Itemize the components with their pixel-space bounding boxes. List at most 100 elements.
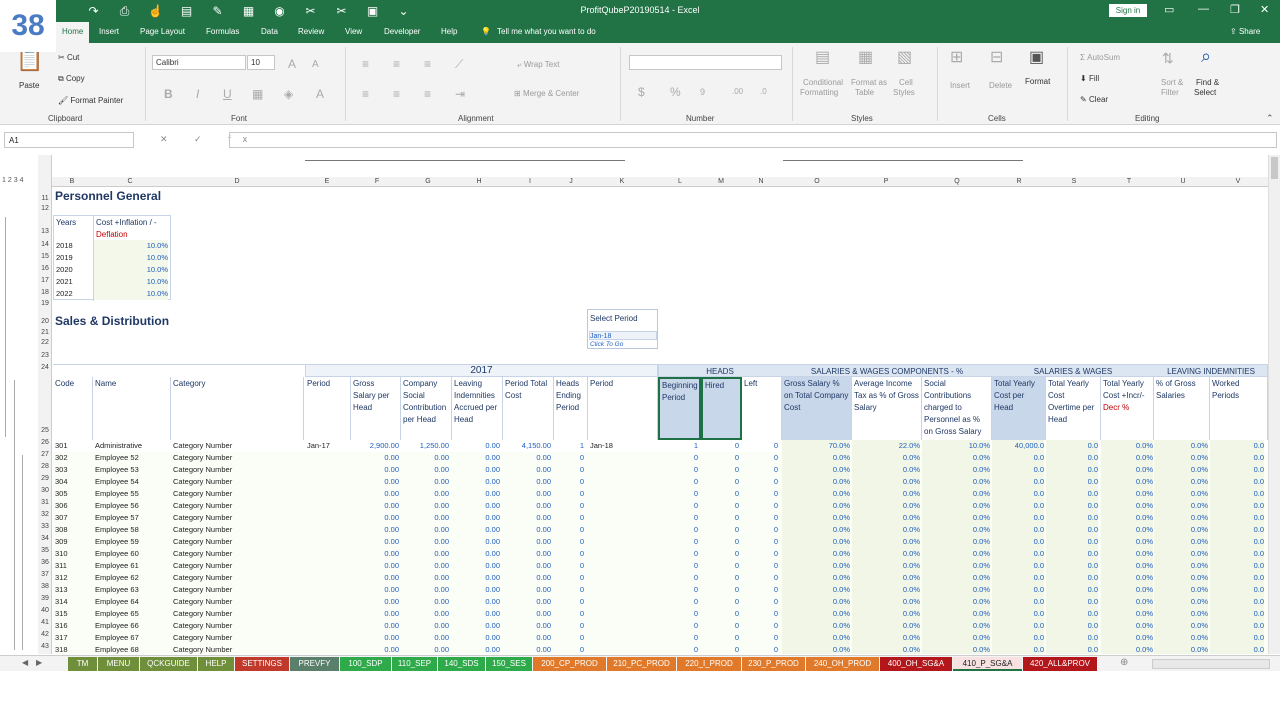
cell-left[interactable]: 0 — [742, 476, 778, 488]
cell-code[interactable]: 318 — [53, 644, 91, 654]
cell-category[interactable]: Category Number — [171, 548, 304, 560]
cell-heads[interactable]: 1 — [554, 440, 584, 452]
cell-gross[interactable]: 0.00 — [351, 524, 399, 536]
cell-begin[interactable]: 0 — [658, 476, 698, 488]
currency-icon[interactable]: $ — [638, 85, 645, 99]
cell-avg_tax[interactable]: 0.0% — [852, 548, 920, 560]
cell-gross[interactable]: 0.00 — [351, 620, 399, 632]
cell-tycph[interactable]: 0.0 — [992, 512, 1044, 524]
cell-ptc[interactable]: 0.00 — [503, 488, 551, 500]
tab-data[interactable]: Data — [261, 27, 278, 36]
cell-begin[interactable]: 0 — [658, 452, 698, 464]
cell-worked[interactable]: 0.0 — [1210, 608, 1264, 620]
cell-hired[interactable]: 0 — [701, 620, 739, 632]
sheet-tab[interactable]: QCKGUIDE — [140, 657, 197, 671]
cell-ptc[interactable]: 0.00 — [503, 536, 551, 548]
cell-pctg[interactable]: 0.0% — [1154, 560, 1208, 572]
cell-tyc[interactable]: 0.0% — [1101, 560, 1153, 572]
row-header[interactable]: 22 — [38, 339, 52, 346]
cell-leaving[interactable]: 0.00 — [452, 524, 500, 536]
cell-left[interactable]: 0 — [742, 560, 778, 572]
column-header[interactable]: O — [809, 177, 825, 187]
cell-tycph[interactable]: 0.0 — [992, 464, 1044, 476]
cell-ptc[interactable]: 0.00 — [503, 500, 551, 512]
cell-worked[interactable]: 0.0 — [1210, 500, 1264, 512]
cell-worked[interactable]: 0.0 — [1210, 584, 1264, 596]
cell-avg_tax[interactable]: 0.0% — [852, 596, 920, 608]
cell-code[interactable]: 317 — [53, 632, 91, 644]
column-title-pct_gross[interactable]: % of Gross Salaries — [1154, 377, 1210, 440]
cell-gross_pct[interactable]: 0.0% — [782, 608, 850, 620]
column-header[interactable]: J — [563, 177, 579, 187]
cell-heads[interactable]: 0 — [554, 596, 584, 608]
cell-gross[interactable]: 0.00 — [351, 488, 399, 500]
cell-tyc[interactable]: 0.0% — [1101, 596, 1153, 608]
cell-pctg[interactable]: 0.0% — [1154, 452, 1208, 464]
align-bottom-icon[interactable]: ≡ — [424, 57, 431, 71]
sign-in-button[interactable]: Sign in — [1109, 4, 1147, 17]
column-header[interactable]: T — [1121, 177, 1137, 187]
cell-begin[interactable]: 0 — [658, 596, 698, 608]
row-header[interactable]: 18 — [38, 289, 52, 296]
delete-cells-button[interactable]: Delete — [989, 81, 1012, 90]
cell-pctg[interactable]: 0.0% — [1154, 608, 1208, 620]
cell-hired[interactable]: 0 — [701, 452, 739, 464]
cell-worked[interactable]: 0.0 — [1210, 620, 1264, 632]
cell-name[interactable]: Employee 55 — [93, 488, 171, 500]
formula-input[interactable] — [229, 132, 1277, 148]
cell-ptc[interactable]: 0.00 — [503, 596, 551, 608]
cell-tycph[interactable]: 0.0 — [992, 632, 1044, 644]
cell-ptc[interactable]: 0.00 — [503, 548, 551, 560]
cell-pctg[interactable]: 0.0% — [1154, 644, 1208, 654]
cell-gross_pct[interactable]: 0.0% — [782, 488, 850, 500]
cell-name[interactable]: Employee 65 — [93, 608, 171, 620]
cell-left[interactable]: 0 — [742, 596, 778, 608]
cell-gross_pct[interactable]: 0.0% — [782, 632, 850, 644]
cell-heads[interactable]: 0 — [554, 500, 584, 512]
cell-social[interactable]: 0.0% — [922, 548, 990, 560]
cell-heads[interactable]: 0 — [554, 524, 584, 536]
cell-code[interactable]: 307 — [53, 512, 91, 524]
cell-avg_tax[interactable]: 0.0% — [852, 644, 920, 654]
cell-worked[interactable]: 0.0 — [1210, 440, 1264, 452]
cell-code[interactable]: 306 — [53, 500, 91, 512]
cell-hired[interactable]: 0 — [701, 512, 739, 524]
cell-pctg[interactable]: 0.0% — [1154, 548, 1208, 560]
increase-font-icon[interactable]: A — [288, 57, 296, 71]
cell-leaving[interactable]: 0.00 — [452, 596, 500, 608]
cell-tycph[interactable]: 0.0 — [992, 584, 1044, 596]
cell-gross_pct[interactable]: 0.0% — [782, 596, 850, 608]
column-title-ptc[interactable]: Period Total Cost — [503, 377, 554, 440]
cell-gross[interactable]: 0.00 — [351, 572, 399, 584]
cell-tyco[interactable]: 0.0 — [1046, 632, 1098, 644]
cell-leaving[interactable]: 0.00 — [452, 488, 500, 500]
cell-begin[interactable]: 0 — [658, 632, 698, 644]
cell-leaving[interactable]: 0.00 — [452, 644, 500, 654]
column-title-social[interactable]: Social Contributions charged to Personne… — [922, 377, 992, 440]
cell-tyc[interactable]: 0.0% — [1101, 620, 1153, 632]
cell-tycph[interactable]: 0.0 — [992, 524, 1044, 536]
cell-gross_pct[interactable]: 0.0% — [782, 644, 850, 654]
cell-pctg[interactable]: 0.0% — [1154, 488, 1208, 500]
cell-code[interactable]: 313 — [53, 584, 91, 596]
cell-social[interactable]: 0.0% — [922, 584, 990, 596]
column-header[interactable]: G — [420, 177, 436, 187]
sheet-tab[interactable]: TM — [68, 657, 97, 671]
row-header[interactable]: 32 — [38, 511, 52, 518]
cell-ptc[interactable]: 0.00 — [503, 620, 551, 632]
row-header[interactable]: 39 — [38, 595, 52, 602]
cell-tycph[interactable]: 0.0 — [992, 452, 1044, 464]
cell-worked[interactable]: 0.0 — [1210, 632, 1264, 644]
cell-worked[interactable]: 0.0 — [1210, 488, 1264, 500]
sheet-tab[interactable]: PREVFY — [290, 657, 339, 671]
conditional-formatting-label[interactable]: Conditional — [803, 78, 843, 87]
cell-pctg[interactable]: 0.0% — [1154, 476, 1208, 488]
column-header[interactable]: H — [471, 177, 487, 187]
column-title-worked[interactable]: Worked Periods — [1210, 377, 1268, 440]
column-title-code[interactable]: Code — [53, 377, 93, 440]
cell-tyco[interactable]: 0.0 — [1046, 524, 1098, 536]
cell-leaving[interactable]: 0.00 — [452, 560, 500, 572]
align-center-icon[interactable]: ≡ — [393, 87, 400, 101]
cell-gross[interactable]: 0.00 — [351, 584, 399, 596]
column-title-gross_pct[interactable]: Gross Salary % on Total Company Cost — [782, 377, 852, 440]
